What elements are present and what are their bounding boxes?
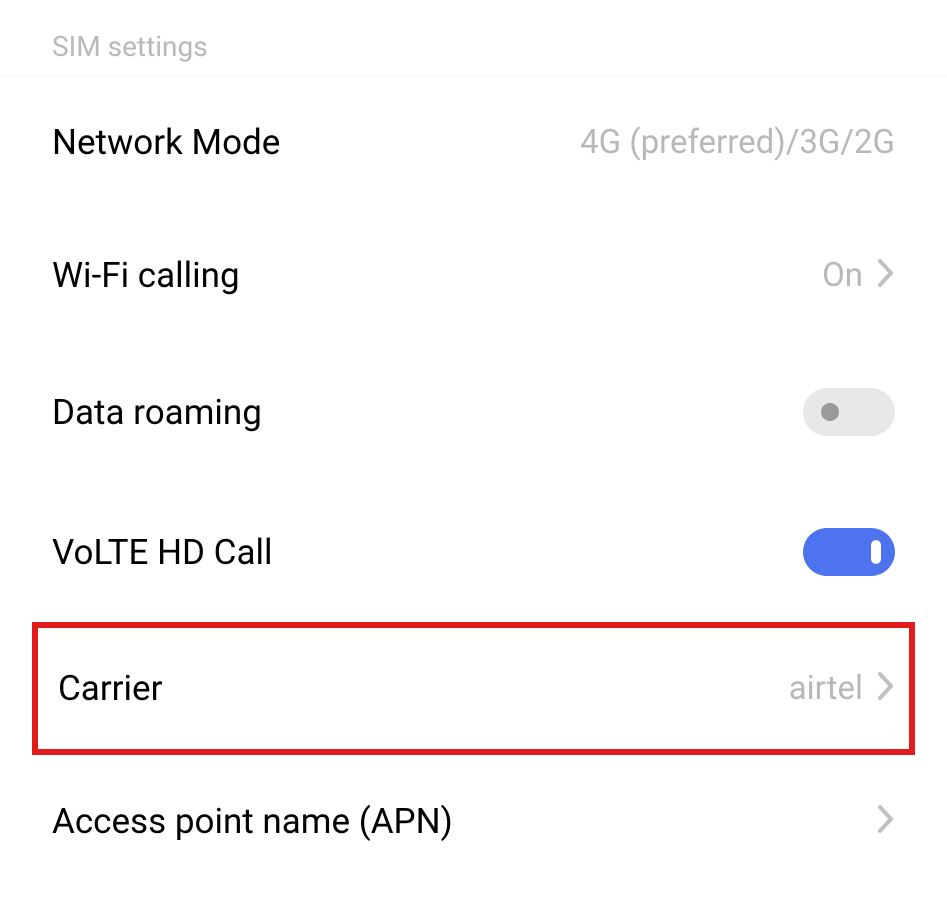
label-wifi-calling: Wi-Fi calling [52, 255, 240, 296]
toggle-volte-hd-call[interactable] [803, 528, 895, 576]
value-wifi-calling: On [822, 256, 895, 295]
value-text-wifi-calling: On [822, 256, 863, 295]
chevron-right-icon [877, 804, 895, 840]
label-volte-hd-call: VoLTE HD Call [52, 532, 273, 573]
value-text-carrier: airtel [789, 669, 863, 708]
toggle-knob-icon [821, 403, 839, 421]
label-network-mode: Network Mode [52, 122, 280, 163]
row-volte-hd-call[interactable]: VoLTE HD Call [0, 482, 947, 622]
row-apn[interactable]: Access point name (APN) [0, 755, 947, 888]
label-apn: Access point name (APN) [52, 801, 453, 842]
toggle-data-roaming[interactable] [803, 388, 895, 436]
chevron-right-icon [877, 671, 895, 707]
value-apn [877, 804, 895, 840]
toggle-knob-icon [871, 540, 881, 564]
row-data-roaming[interactable]: Data roaming [0, 342, 947, 482]
section-title: SIM settings [52, 30, 208, 63]
chevron-right-icon [877, 258, 895, 294]
label-carrier: Carrier [58, 668, 162, 709]
label-data-roaming: Data roaming [52, 392, 262, 433]
row-network-mode[interactable]: Network Mode 4G (preferred)/3G/2G [0, 76, 947, 209]
section-header-sim-settings: SIM settings [0, 0, 947, 76]
row-wifi-calling[interactable]: Wi-Fi calling On [0, 209, 947, 342]
row-carrier[interactable]: Carrier airtel [32, 622, 915, 755]
value-network-mode: 4G (preferred)/3G/2G [580, 123, 895, 162]
settings-list: Network Mode 4G (preferred)/3G/2G Wi-Fi … [0, 76, 947, 888]
value-carrier: airtel [789, 669, 895, 708]
